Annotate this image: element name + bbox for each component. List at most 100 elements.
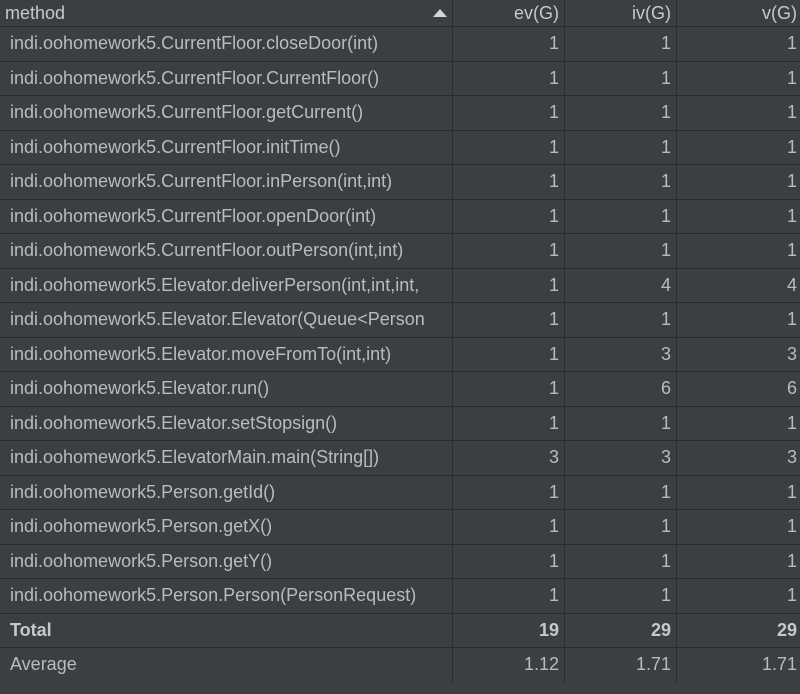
cell-iv: 1 [565, 96, 677, 130]
column-header-iv[interactable]: iv(G) [565, 0, 677, 26]
average-ev: 1.12 [453, 648, 565, 682]
cell-v: 1 [786, 550, 797, 571]
cell-ev: 1 [453, 199, 565, 233]
average-v: 1.71 [761, 654, 797, 675]
cell-v: 1 [786, 585, 797, 606]
cell-ev: 1 [453, 510, 565, 544]
cell-iv: 3 [565, 337, 677, 371]
cell-iv: 1 [565, 510, 677, 544]
average-row[interactable]: Average 1.12 1.71 1.71 [0, 648, 800, 683]
cell-ev: 1 [453, 337, 565, 371]
table-row[interactable]: indi.oohomework5.Person.Person(PersonReq… [0, 579, 800, 614]
cell-iv: 3 [565, 441, 677, 475]
cell-method: indi.oohomework5.CurrentFloor.closeDoor(… [0, 27, 453, 61]
table-row[interactable]: indi.oohomework5.CurrentFloor.inPerson(i… [0, 165, 800, 200]
cell-iv: 1 [565, 165, 677, 199]
cell-method: indi.oohomework5.Elevator.moveFromTo(int… [0, 337, 453, 371]
table-header: method ev(G) iv(G) v(G) [0, 0, 800, 27]
cell-method: indi.oohomework5.Person.getId() [0, 475, 453, 509]
cell-v: 1 [786, 205, 797, 226]
cell-method: indi.oohomework5.Elevator.deliverPerson(… [0, 268, 453, 302]
table-row[interactable]: indi.oohomework5.ElevatorMain.main(Strin… [0, 441, 800, 476]
table-row[interactable]: indi.oohomework5.CurrentFloor.closeDoor(… [0, 27, 800, 62]
cell-method: indi.oohomework5.CurrentFloor.getCurrent… [0, 96, 453, 130]
cell-method: indi.oohomework5.ElevatorMain.main(Strin… [0, 441, 453, 475]
table-row[interactable]: indi.oohomework5.CurrentFloor.outPerson(… [0, 234, 800, 269]
table-row[interactable]: indi.oohomework5.CurrentFloor.CurrentFlo… [0, 61, 800, 96]
table-row[interactable]: indi.oohomework5.Person.getX() 1 1 1 [0, 510, 800, 545]
cell-v: 1 [786, 33, 797, 54]
cell-method: indi.oohomework5.Elevator.run() [0, 372, 453, 406]
cell-iv: 1 [565, 475, 677, 509]
cell-ev: 1 [453, 234, 565, 268]
cell-v: 6 [786, 378, 797, 399]
cell-ev: 1 [453, 130, 565, 164]
average-iv: 1.71 [565, 648, 677, 682]
column-header-v[interactable]: v(G) [677, 0, 800, 26]
total-ev: 19 [453, 613, 565, 647]
cell-iv: 4 [565, 268, 677, 302]
total-label: Total [0, 613, 453, 647]
table-row[interactable]: indi.oohomework5.Elevator.moveFromTo(int… [0, 337, 800, 372]
column-header-method[interactable]: method [0, 0, 453, 26]
cell-method: indi.oohomework5.CurrentFloor.initTime() [0, 130, 453, 164]
column-header-v-label: v(G) [762, 2, 797, 23]
cell-method: indi.oohomework5.CurrentFloor.inPerson(i… [0, 165, 453, 199]
total-v: 29 [776, 619, 797, 640]
cell-iv: 1 [565, 199, 677, 233]
cell-method: indi.oohomework5.CurrentFloor.openDoor(i… [0, 199, 453, 233]
cell-method: indi.oohomework5.Elevator.Elevator(Queue… [0, 303, 453, 337]
cell-ev: 1 [453, 303, 565, 337]
table-row[interactable]: indi.oohomework5.CurrentFloor.initTime()… [0, 130, 800, 165]
cell-v: 3 [786, 343, 797, 364]
cell-ev: 1 [453, 475, 565, 509]
cell-v: 4 [786, 274, 797, 295]
table-row[interactable]: indi.oohomework5.Elevator.Elevator(Queue… [0, 303, 800, 338]
cell-ev: 1 [453, 372, 565, 406]
cell-v: 1 [786, 240, 797, 261]
column-header-method-label: method [5, 2, 66, 23]
cell-ev: 1 [453, 61, 565, 95]
cell-ev: 1 [453, 406, 565, 440]
cell-v: 1 [786, 171, 797, 192]
cell-v: 1 [786, 412, 797, 433]
cell-v: 1 [786, 481, 797, 502]
cell-iv: 1 [565, 544, 677, 578]
cell-ev: 1 [453, 27, 565, 61]
metrics-table: method ev(G) iv(G) v(G) indi.oohomework5… [0, 0, 800, 694]
table-empty-area [0, 682, 800, 694]
cell-ev: 1 [453, 268, 565, 302]
cell-method: indi.oohomework5.CurrentFloor.CurrentFlo… [0, 61, 453, 95]
total-row[interactable]: Total 19 29 29 [0, 613, 800, 648]
cell-method: indi.oohomework5.Person.getY() [0, 544, 453, 578]
cell-iv: 1 [565, 130, 677, 164]
sort-ascending-icon [433, 9, 447, 17]
cell-ev: 1 [453, 96, 565, 130]
table-row[interactable]: indi.oohomework5.Person.getId() 1 1 1 [0, 475, 800, 510]
cell-v: 1 [786, 516, 797, 537]
column-header-ev-label: ev(G) [514, 2, 559, 23]
table-row[interactable]: indi.oohomework5.Person.getY() 1 1 1 [0, 544, 800, 579]
average-label: Average [0, 648, 453, 682]
cell-v: 1 [786, 102, 797, 123]
table-row[interactable]: indi.oohomework5.Elevator.deliverPerson(… [0, 268, 800, 303]
cell-ev: 1 [453, 165, 565, 199]
cell-v: 1 [786, 309, 797, 330]
column-header-iv-label: iv(G) [632, 2, 671, 23]
cell-v: 3 [786, 447, 797, 468]
total-iv: 29 [565, 613, 677, 647]
cell-method: indi.oohomework5.Elevator.setStopsign() [0, 406, 453, 440]
cell-method: indi.oohomework5.Person.Person(PersonReq… [0, 579, 453, 613]
cell-method: indi.oohomework5.Person.getX() [0, 510, 453, 544]
table-row[interactable]: indi.oohomework5.Elevator.run() 1 6 6 [0, 372, 800, 407]
table-row[interactable]: indi.oohomework5.CurrentFloor.openDoor(i… [0, 199, 800, 234]
cell-iv: 1 [565, 579, 677, 613]
cell-method: indi.oohomework5.CurrentFloor.outPerson(… [0, 234, 453, 268]
column-header-ev[interactable]: ev(G) [453, 0, 565, 26]
table-row[interactable]: indi.oohomework5.CurrentFloor.getCurrent… [0, 96, 800, 131]
cell-iv: 1 [565, 303, 677, 337]
cell-ev: 1 [453, 544, 565, 578]
table-row[interactable]: indi.oohomework5.Elevator.setStopsign() 1… [0, 406, 800, 441]
cell-iv: 1 [565, 406, 677, 440]
cell-iv: 1 [565, 61, 677, 95]
